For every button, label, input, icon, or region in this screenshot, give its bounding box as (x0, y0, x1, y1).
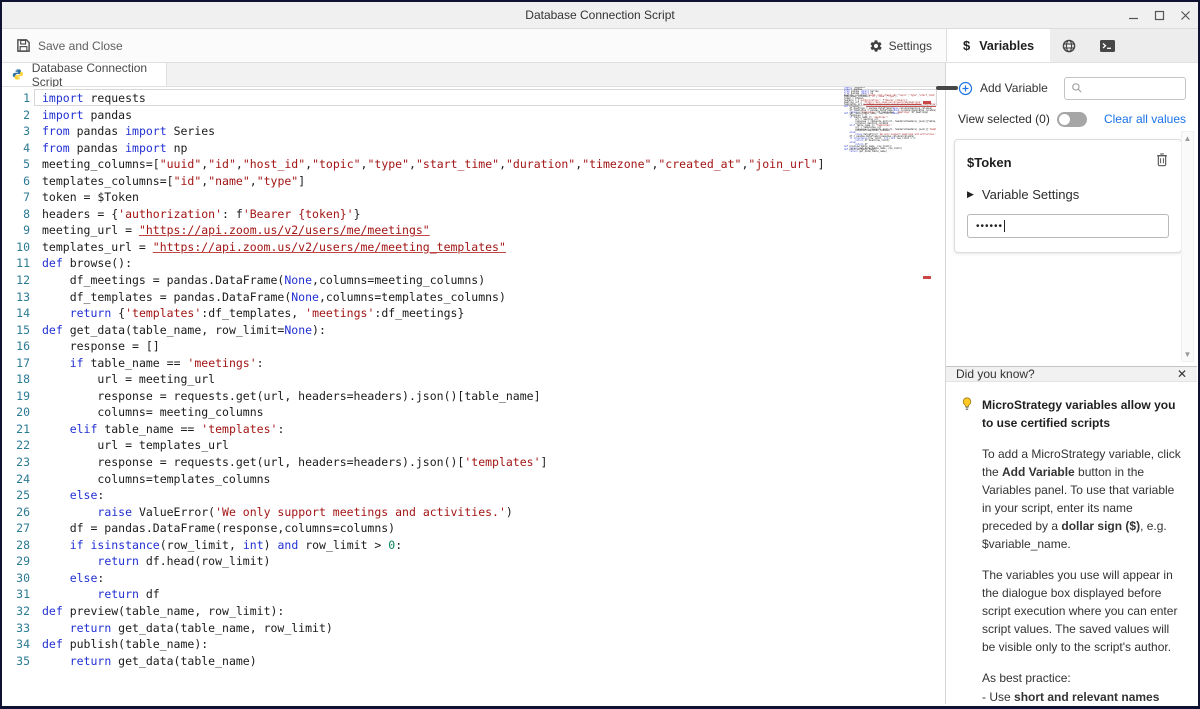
did-you-know-content: MicroStrategy variables allow you to use… (946, 382, 1197, 704)
toolbar: Save and Close Settings $ Variables (2, 29, 1198, 63)
maximize-button[interactable] (1146, 2, 1172, 29)
window-title: Database Connection Script (525, 8, 675, 22)
tip-paragraph-1: To add a MicroStrategy variable, click t… (982, 447, 1181, 551)
tip-paragraph-2: The variables you use will appear in the… (982, 568, 1178, 654)
save-and-close-label: Save and Close (38, 38, 123, 53)
tab-console[interactable] (1088, 29, 1126, 62)
delete-variable-button[interactable] (1155, 152, 1169, 172)
minimize-button[interactable] (1120, 2, 1146, 29)
settings-label: Settings (888, 38, 932, 53)
did-you-know-close-button[interactable]: ✕ (1177, 367, 1187, 381)
titlebar: Database Connection Script (2, 2, 1198, 29)
main-area: Database Connection Script 1 2 3 4 5 6 7… (2, 60, 1198, 704)
text-cursor (1004, 220, 1006, 232)
overview-ruler-mark (923, 101, 931, 104)
variables-tab-label: Variables (979, 38, 1035, 53)
editor-tab-label: Database Connection Script (31, 60, 148, 89)
best-practice-title: As best practice: (982, 671, 1071, 685)
view-selected-toggle[interactable] (1056, 111, 1087, 127)
close-button[interactable] (1172, 2, 1198, 29)
view-selected-label: View selected (0) (958, 112, 1050, 126)
variables-scrollbar[interactable]: ▲ ▼ (1181, 131, 1194, 362)
lightbulb-icon (960, 396, 974, 432)
search-icon (1072, 83, 1082, 93)
gear-icon (870, 39, 882, 52)
settings-button[interactable]: Settings (869, 29, 932, 62)
trash-icon (1157, 153, 1167, 167)
toggle-knob (1058, 113, 1070, 125)
editor-tab-strip: Database Connection Script (2, 60, 945, 89)
line-numbers: 1 2 3 4 5 6 7 8 9 10 11 12 13 14 15 16 1… (16, 91, 30, 668)
variable-settings-label: Variable Settings (981, 187, 1080, 202)
scroll-down-icon[interactable]: ▼ (1184, 348, 1192, 361)
editor-column: Database Connection Script 1 2 3 4 5 6 7… (2, 60, 946, 704)
did-you-know-title: Did you know? (956, 367, 1035, 381)
plus-circle-icon (958, 81, 973, 95)
did-you-know-header: Did you know? ✕ (946, 367, 1197, 382)
minimap-content: import requests import pandas from pandas … (844, 87, 936, 154)
window-controls (1120, 2, 1198, 29)
best-practice-item: - Use short and relevant names (982, 690, 1160, 704)
scroll-up-icon[interactable]: ▲ (1184, 132, 1192, 145)
right-panel: Add Variable View selected (0) Clear all… (946, 63, 1197, 704)
variable-value-input[interactable]: •••••• (967, 214, 1169, 238)
close-icon (1180, 10, 1190, 20)
maximize-icon (1154, 10, 1164, 20)
did-you-know-panel: Did you know? ✕ MicroStrategy variables … (946, 366, 1197, 704)
packages-globe-icon (1062, 39, 1076, 52)
app-window: Database Connection Script Save and Clos… (0, 0, 1200, 709)
code-content[interactable]: import requests import pandas from pandas … (42, 90, 825, 669)
tab-database-connection-script[interactable]: Database Connection Script (2, 60, 167, 89)
variable-settings-expander[interactable]: ▶ Variable Settings (967, 187, 1169, 202)
masked-value: •••••• (976, 220, 1004, 232)
panel-tab-strip: $ Variables (946, 29, 1198, 62)
minimize-icon (1128, 17, 1138, 19)
minimap[interactable]: import requests import pandas from pandas … (844, 87, 936, 157)
variable-search[interactable] (1064, 76, 1186, 100)
add-variable-label: Add Variable (980, 81, 1048, 95)
variables-panel: Add Variable View selected (0) Clear all… (946, 63, 1197, 366)
variable-name: $Token (967, 154, 1012, 170)
chevron-right-icon: ▶ (967, 189, 974, 199)
save-and-close-button[interactable]: Save and Close (16, 29, 123, 62)
console-icon (1099, 39, 1115, 52)
add-variable-button[interactable]: Add Variable (958, 81, 1048, 96)
tab-packages[interactable] (1050, 29, 1088, 62)
clear-all-values-link[interactable]: Clear all values (1104, 112, 1186, 126)
code-editor[interactable]: 1 2 3 4 5 6 7 8 9 10 11 12 13 14 15 16 1… (2, 87, 945, 704)
tip-heading: MicroStrategy variables allow you to use… (982, 398, 1176, 430)
splitter-grip[interactable] (936, 86, 958, 90)
dollar-sign-icon: $ (963, 38, 971, 53)
overview-ruler-mark (923, 276, 931, 279)
variable-card: $Token ▶ Variable Settings •••••• (954, 139, 1182, 253)
search-input[interactable] (1083, 82, 1173, 94)
save-icon (17, 39, 30, 52)
tab-variables[interactable]: $ Variables (947, 29, 1051, 62)
python-icon (12, 69, 23, 80)
